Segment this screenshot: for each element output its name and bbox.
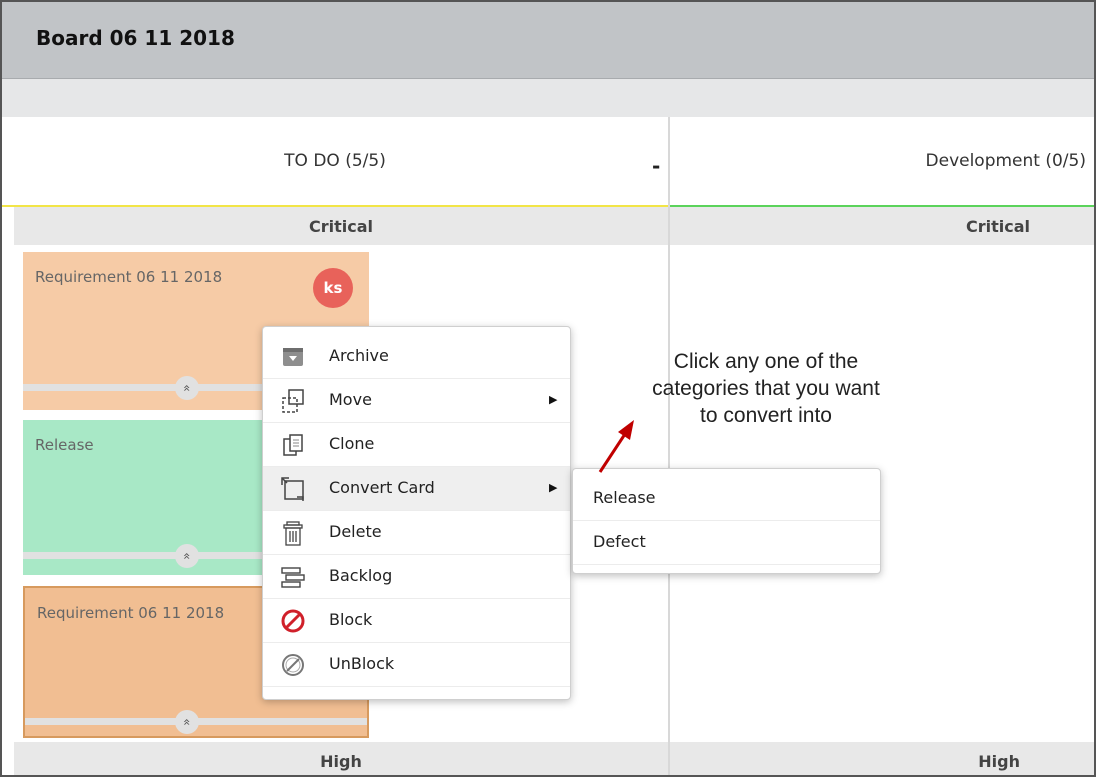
avatar[interactable]: ks xyxy=(313,268,353,308)
swimlane-high-todo[interactable]: High xyxy=(14,742,668,775)
swimlane-label: High xyxy=(978,751,1020,771)
board-frame: Board 06 11 2018 TO DO (5/5) - Developme… xyxy=(0,0,1096,777)
menu-item-label: UnBlock xyxy=(329,654,395,673)
double-chevron-up-icon[interactable]: « xyxy=(175,544,199,568)
menu-item-label: Move xyxy=(329,390,372,409)
menu-item-label: Archive xyxy=(329,346,389,365)
clone-icon xyxy=(283,434,303,456)
double-chevron-up-icon[interactable]: « xyxy=(175,376,199,400)
menu-item-archive[interactable]: Archive xyxy=(263,335,570,379)
menu-item-move[interactable]: Move ▶ xyxy=(263,379,570,423)
submenu-item-label: Release xyxy=(593,488,656,507)
menu-item-block[interactable]: Block xyxy=(263,599,570,643)
menu-item-label: Backlog xyxy=(329,566,393,585)
board-title: Board 06 11 2018 xyxy=(36,26,235,50)
column-title: TO DO (5/5) xyxy=(284,151,386,171)
menu-item-label: Block xyxy=(329,610,373,629)
block-icon xyxy=(281,609,305,633)
convert-option-release[interactable]: Release xyxy=(573,477,880,521)
swimlane-high-development[interactable]: High xyxy=(670,742,1094,775)
swimlane-critical-development[interactable]: Critical xyxy=(670,207,1094,245)
menu-item-backlog[interactable]: Backlog xyxy=(263,555,570,599)
double-chevron-up-icon[interactable]: « xyxy=(175,710,199,734)
collapse-column-button[interactable]: - xyxy=(652,154,660,178)
unblock-icon xyxy=(282,654,304,676)
board-header: Board 06 11 2018 xyxy=(2,2,1094,79)
convert-option-defect[interactable]: Defect xyxy=(573,521,880,565)
card-title: Release xyxy=(35,436,94,454)
backlog-icon xyxy=(281,567,305,588)
convert-card-submenu: Release Defect xyxy=(572,468,881,574)
submenu-arrow-icon: ▶ xyxy=(549,393,558,406)
move-icon xyxy=(282,389,304,413)
swimlane-label: Critical xyxy=(308,216,373,236)
swimlane-critical-todo[interactable]: Critical xyxy=(14,207,668,245)
submenu-item-label: Defect xyxy=(593,532,646,551)
card-context-menu: Archive Move ▶ Clone Convert Card ▶ Dele… xyxy=(262,326,571,700)
menu-item-label: Clone xyxy=(329,434,375,453)
menu-item-label: Convert Card xyxy=(329,478,435,497)
trash-icon xyxy=(283,521,303,546)
column-header-development[interactable]: Development (0/5) xyxy=(670,117,1094,207)
swimlane-label: High xyxy=(320,751,362,771)
menu-item-delete[interactable]: Delete xyxy=(263,511,570,555)
annotation-arrow-icon xyxy=(598,420,634,473)
annotation-text: Click any one of the categories that you… xyxy=(652,350,880,427)
convert-card-icon xyxy=(281,477,304,501)
column-header-todo[interactable]: TO DO (5/5) xyxy=(2,117,668,207)
board-toolbar xyxy=(2,79,1094,117)
submenu-arrow-icon: ▶ xyxy=(549,481,558,494)
swimlane-label: Critical xyxy=(965,216,1030,236)
column-title: Development (0/5) xyxy=(925,151,1086,171)
menu-item-convert-card[interactable]: Convert Card ▶ xyxy=(263,467,570,511)
menu-item-clone[interactable]: Clone xyxy=(263,423,570,467)
card-title: Requirement 06 11 2018 xyxy=(35,268,223,286)
archive-icon xyxy=(283,348,303,366)
menu-item-unblock[interactable]: UnBlock xyxy=(263,643,570,687)
card-title: Requirement 06 11 2018 xyxy=(37,604,225,622)
menu-item-label: Delete xyxy=(329,522,382,541)
